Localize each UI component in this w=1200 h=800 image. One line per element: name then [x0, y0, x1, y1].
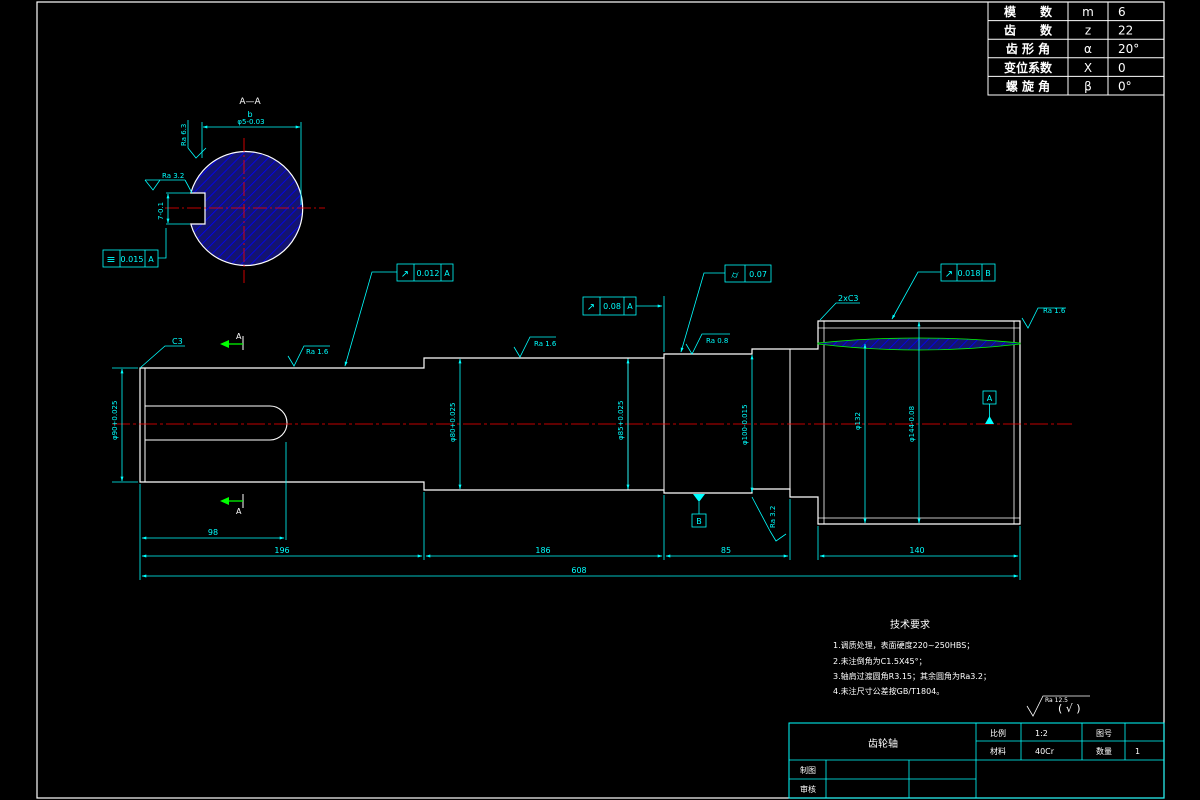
section-shape	[190, 150, 304, 267]
tol-1-symbol: ↗	[401, 269, 409, 280]
dim-seg-2: 186	[535, 546, 550, 555]
tech-req-title: 技术要求	[890, 618, 930, 631]
shaft-dia-1: φ90+0.025	[111, 401, 119, 440]
tol-2-datum: A	[627, 302, 633, 311]
section-title: A—A	[239, 97, 261, 107]
part-name: 齿轮轴	[868, 737, 898, 750]
tech-req-item: 4.未注尺寸公差按GB/T1804。	[833, 686, 944, 696]
gear-param-value: 22	[1118, 24, 1133, 38]
label-qty: 图号	[1096, 729, 1112, 738]
value-count: 1	[1135, 747, 1140, 756]
shaft-dia-4: φ100-0.015	[741, 404, 749, 445]
gear-param-name: 模 数	[1004, 4, 1053, 19]
section-roughness-left: Ra 3.2	[162, 172, 184, 180]
datum-a: A	[987, 394, 993, 403]
shaft-dia-2: φ80+0.025	[449, 403, 457, 442]
label-scale: 比例	[990, 728, 1006, 738]
label-drawn: 制图	[800, 765, 816, 775]
tol-4-datum: B	[985, 269, 991, 278]
technical-requirements: 技术要求 1.调质处理，表面硬度220~250HBS； 2.未注倒角为C1.5X…	[833, 618, 991, 696]
section-roughness-top: Ra 6.3	[180, 124, 188, 146]
section-symmetry-datum: A	[148, 255, 154, 264]
datum-b: B	[696, 517, 702, 526]
keyway-slot	[145, 405, 288, 441]
label-checked: 审核	[800, 784, 816, 794]
tol-1-value: 0.012	[417, 269, 440, 278]
section-view-a-a: A—A b φ5-0.03 Ra 6.3 Ra 3.2 7-0.1 ≡ 0.01…	[102, 97, 325, 283]
gear-param-symbol: α	[1084, 42, 1092, 56]
roughness-2: Ra 1.6	[534, 340, 557, 348]
gear-parameter-table: 模 数 m 6 齿 数 z 22 齿 形 角 α 20° 变位系数 X 0 螺 …	[987, 1, 1165, 96]
roughness-5: Ra 3.2	[769, 506, 777, 528]
shaft-dia-3: φ85+0.025	[617, 401, 625, 440]
chamfer-left: C3	[172, 337, 183, 346]
roughness-1: Ra 1.6	[306, 348, 329, 356]
section-depth-dim: 7-0.1	[157, 202, 165, 220]
gear-param-name: 齿 形 角	[1006, 41, 1050, 56]
gear-param-value: 0	[1118, 61, 1126, 75]
section-label-top: A	[236, 332, 242, 341]
shaft-dia-6: φ144-0.08	[908, 406, 916, 442]
tech-req-item: 1.调质处理，表面硬度220~250HBS；	[833, 640, 974, 650]
gear-param-value: 20°	[1118, 42, 1139, 56]
dim-seg-3: 85	[721, 546, 731, 555]
shaft-dia-5: φ132	[854, 412, 862, 430]
gear-param-symbol: X	[1084, 61, 1092, 75]
label-count: 数量	[1096, 746, 1112, 756]
chamfer-right: 2xC3	[838, 294, 859, 303]
value-scale: 1:2	[1035, 729, 1048, 738]
gear-param-name: 变位系数	[1004, 60, 1053, 75]
tol-2-value: 0.08	[603, 302, 621, 311]
roughness-3: Ra 0.8	[706, 337, 728, 345]
gear-param-symbol: z	[1085, 24, 1091, 38]
general-roughness: Ra 12.5 ( √ )	[1026, 695, 1090, 717]
dim-seg-1: 196	[274, 546, 289, 555]
gear-param-name: 齿 数	[1004, 23, 1053, 38]
gear-param-value: 6	[1118, 5, 1126, 19]
section-symmetry-value: 0.015	[121, 255, 144, 264]
shaft-main-view: A A C3 2xC3 φ90+0.025 φ80+0.025 φ85+0.02…	[111, 263, 1072, 580]
shaft-outline	[139, 320, 1021, 525]
tol-1-datum: A	[444, 269, 450, 278]
gear-param-name: 螺 旋 角	[1006, 78, 1050, 93]
tol-2-symbol: ↗	[587, 302, 595, 313]
section-label-bottom: A	[236, 507, 242, 516]
general-roughness-paren: ( √ )	[1058, 702, 1081, 715]
section-symmetry-symbol: ≡	[106, 253, 115, 266]
dim-seg-4: 140	[909, 546, 924, 555]
tech-req-item: 2.未注倒角为C1.5X45°；	[833, 656, 927, 666]
tol-3-value: 0.07	[749, 270, 767, 279]
tol-4-value: 0.018	[958, 269, 981, 278]
tech-req-item: 3.轴肩过渡圆角R3.15；其余圆角为Ra3.2；	[833, 671, 991, 681]
cad-drawing: 模 数 m 6 齿 数 z 22 齿 形 角 α 20° 变位系数 X 0 螺 …	[36, 1, 1165, 799]
gear-param-symbol: m	[1082, 5, 1094, 19]
gear-param-value: 0°	[1118, 79, 1132, 93]
tol-3-symbol: ⌭	[731, 270, 739, 281]
gear-param-symbol: β	[1084, 79, 1092, 93]
tol-4-symbol: ↗	[945, 269, 953, 280]
dim-keyway: 98	[208, 528, 218, 537]
dim-total: 608	[571, 566, 586, 575]
section-diameter-dim: φ5-0.03	[237, 118, 264, 126]
title-block: 齿轮轴 比例 1:2 图号 材料 40Cr 数量 1 制图 审核	[788, 722, 1165, 799]
value-material: 40Cr	[1035, 747, 1055, 756]
drawing-border	[36, 1, 1165, 799]
roughness-4: Ra 1.6	[1043, 307, 1066, 315]
label-material: 材料	[990, 746, 1006, 756]
